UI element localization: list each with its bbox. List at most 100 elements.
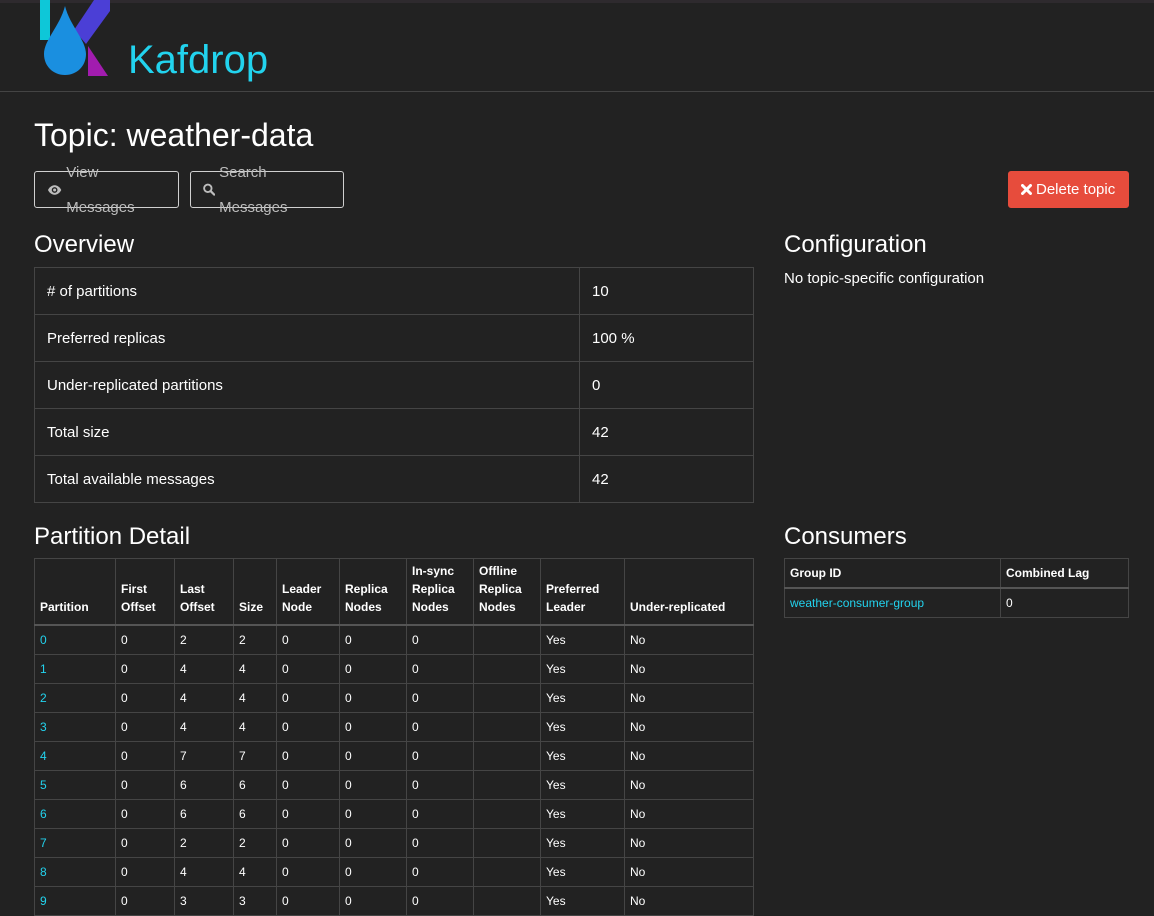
table-row: 9 0 3 3 0 0 0 Yes No <box>34 886 754 916</box>
delete-topic-button[interactable]: Delete topic <box>1008 171 1129 208</box>
column-header: Group ID <box>784 558 1001 589</box>
partition-cell: 2 <box>233 828 277 858</box>
partition-link[interactable]: 1 <box>40 662 47 676</box>
table-row: 5 0 6 6 0 0 0 Yes No <box>34 770 754 800</box>
partition-cell: 0 <box>339 683 407 713</box>
partition-cell: 0 <box>115 828 175 858</box>
partition-cell: 2 <box>174 624 234 655</box>
page-title: Topic: weather-data <box>34 117 314 153</box>
partition-id-cell: 4 <box>34 741 116 771</box>
overview-heading: Overview <box>34 231 135 258</box>
view-messages-button[interactable]: View Messages <box>34 164 179 216</box>
partition-cell: 0 <box>276 857 340 887</box>
partition-link[interactable]: 0 <box>40 633 47 647</box>
partition-cell: 0 <box>406 799 474 829</box>
partition-cell: 0 <box>406 683 474 713</box>
partition-link[interactable]: 2 <box>40 691 47 705</box>
consumer-group-link[interactable]: weather-consumer-group <box>790 596 924 610</box>
partition-cell: No <box>624 770 754 800</box>
partition-cell: 0 <box>406 654 474 684</box>
partition-cell <box>473 799 541 829</box>
kafdrop-logo[interactable] <box>38 0 110 76</box>
column-header: Under-replicated <box>624 558 754 626</box>
brand-name[interactable]: Kafdrop <box>128 34 268 86</box>
partition-link[interactable]: 9 <box>40 894 47 908</box>
partition-cell: Yes <box>540 654 625 684</box>
partition-id-cell: 2 <box>34 683 116 713</box>
overview-label: Preferred replicas <box>34 314 580 362</box>
partition-link[interactable]: 5 <box>40 778 47 792</box>
column-header: Last Offset <box>174 558 234 626</box>
table-row: Under-replicated partitions 0 <box>34 361 754 409</box>
table-row: 2 0 4 4 0 0 0 Yes No <box>34 683 754 713</box>
partition-cell: 0 <box>339 799 407 829</box>
column-header: Partition <box>34 558 116 626</box>
partition-cell: 6 <box>174 799 234 829</box>
partition-cell: 0 <box>276 624 340 655</box>
partition-id-cell: 3 <box>34 712 116 742</box>
column-header: Preferred Leader <box>540 558 625 626</box>
column-header: Offline Replica Nodes <box>473 558 541 626</box>
partition-cell <box>473 712 541 742</box>
search-messages-label: Search Messages <box>219 163 288 216</box>
partition-link[interactable]: 8 <box>40 865 47 879</box>
partition-cell: No <box>624 857 754 887</box>
partition-link[interactable]: 3 <box>40 720 47 734</box>
table-row: 8 0 4 4 0 0 0 Yes No <box>34 857 754 887</box>
partition-cell <box>473 741 541 771</box>
partition-cell: 4 <box>233 712 277 742</box>
partition-cell: 0 <box>115 683 175 713</box>
partition-cell: 6 <box>233 799 277 829</box>
consumer-lag-cell: 0 <box>1000 587 1129 618</box>
partition-cell: 3 <box>233 886 277 916</box>
partition-link[interactable]: 6 <box>40 807 47 821</box>
partition-id-cell: 8 <box>34 857 116 887</box>
overview-label: # of partitions <box>34 267 580 315</box>
partition-cell: 4 <box>174 654 234 684</box>
partition-cell: 3 <box>174 886 234 916</box>
partition-cell: 2 <box>174 828 234 858</box>
partition-id-cell: 0 <box>34 624 116 655</box>
partition-cell: 0 <box>276 828 340 858</box>
partition-id-cell: 6 <box>34 799 116 829</box>
partition-cell <box>473 683 541 713</box>
partition-link[interactable]: 7 <box>40 836 47 850</box>
table-row: # of partitions 10 <box>34 267 754 315</box>
partition-cell: 0 <box>115 857 175 887</box>
partition-cell: 0 <box>115 799 175 829</box>
partition-cell: 4 <box>174 712 234 742</box>
table-row: 0 0 2 2 0 0 0 Yes No <box>34 624 754 655</box>
partition-cell: 0 <box>406 886 474 916</box>
partition-cell: No <box>624 683 754 713</box>
partition-cell: No <box>624 624 754 655</box>
partition-cell: No <box>624 886 754 916</box>
column-header: Size <box>233 558 277 626</box>
partition-cell: Yes <box>540 828 625 858</box>
partition-cell: 0 <box>276 654 340 684</box>
search-messages-button[interactable]: Search Messages <box>190 164 344 216</box>
consumers-heading: Consumers <box>784 523 907 550</box>
partition-cell: 0 <box>276 770 340 800</box>
partition-cell: Yes <box>540 741 625 771</box>
partition-cell: 6 <box>233 770 277 800</box>
partition-id-cell: 1 <box>34 654 116 684</box>
overview-value: 100 % <box>579 314 754 362</box>
partition-detail-heading: Partition Detail <box>34 523 191 550</box>
column-header: Combined Lag <box>1000 558 1129 589</box>
partition-link[interactable]: 4 <box>40 749 47 763</box>
table-row: Total available messages 42 <box>34 455 754 503</box>
partition-cell: No <box>624 828 754 858</box>
partition-cell: 4 <box>233 683 277 713</box>
partition-cell <box>473 770 541 800</box>
table-row: 6 0 6 6 0 0 0 Yes No <box>34 799 754 829</box>
partition-cell: No <box>624 712 754 742</box>
overview-value: 0 <box>579 361 754 409</box>
partition-cell: 0 <box>115 741 175 771</box>
configuration-text: No topic-specific configuration <box>784 270 985 287</box>
partition-cell: 0 <box>406 712 474 742</box>
partition-cell: 0 <box>406 857 474 887</box>
partition-id-cell: 5 <box>34 770 116 800</box>
close-icon <box>1021 184 1032 195</box>
partition-id-cell: 9 <box>34 886 116 916</box>
partition-cell: 0 <box>115 712 175 742</box>
